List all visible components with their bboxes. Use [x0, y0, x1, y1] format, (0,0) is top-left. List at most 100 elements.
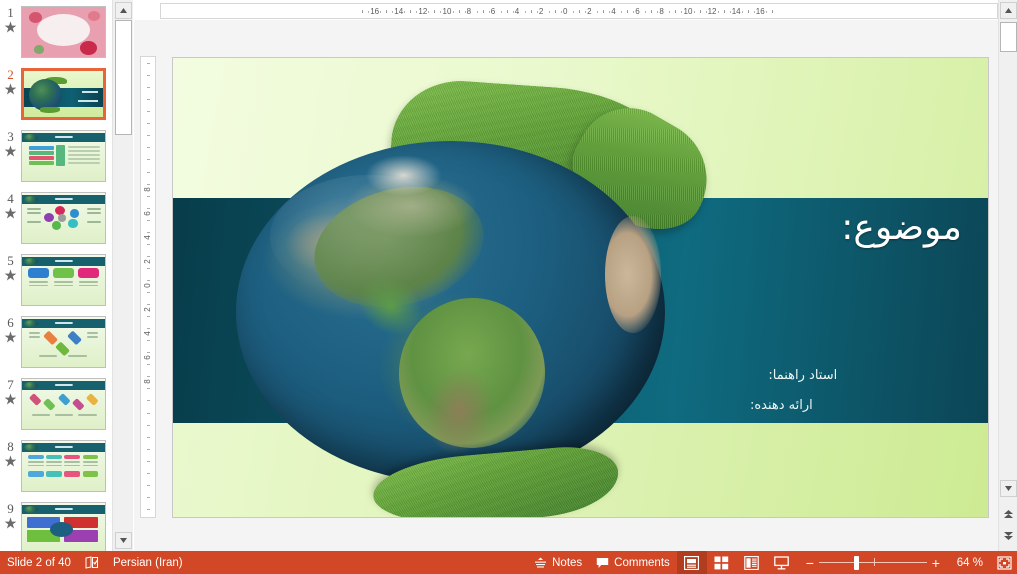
slide-scrollbar-thumb[interactable]: [1000, 22, 1017, 52]
thumbnail-shape: [29, 393, 42, 406]
current-slide[interactable]: موضوع: استاد راهنما: ارائه دهنده:: [173, 58, 988, 517]
vruler-minor-tick: [147, 207, 150, 209]
fit-slide-to-window-button[interactable]: [991, 551, 1017, 574]
thumbnail-preview[interactable]: [21, 130, 106, 182]
thumbnail-number: 5: [7, 253, 14, 268]
thumbnail-number: 1: [7, 5, 14, 20]
vruler-minor-tick: [147, 99, 150, 101]
zoom-100-percent-tick: [873, 558, 875, 566]
thumbnail-scrollbar-thumb[interactable]: [115, 20, 132, 135]
ruler-minor-tick: [452, 11, 454, 13]
slide-thumbnail-1[interactable]: 1: [0, 4, 112, 66]
slide-show-view-button[interactable]: [767, 551, 797, 574]
reading-view-button[interactable]: [737, 551, 767, 574]
spelling-check-icon[interactable]: [78, 551, 106, 574]
ruler-tick-label: 8: [466, 7, 472, 16]
zoom-out-button[interactable]: −: [801, 556, 819, 570]
zoom-control[interactable]: − +: [797, 551, 949, 574]
ruler-tick-label: 2: [587, 7, 592, 16]
vruler-minor-tick: [147, 135, 150, 137]
slide-sorter-view-button[interactable]: [707, 551, 737, 574]
thumbnail-shape: [86, 212, 101, 214]
ruler-minor-tick: [536, 11, 538, 13]
next-slide-button[interactable]: [1000, 527, 1017, 544]
thumbnail-preview[interactable]: [21, 502, 106, 551]
thumb-art-pink: [22, 7, 105, 57]
thumbnail-scroll-down-icon[interactable]: [115, 532, 132, 549]
thumbnail-preview[interactable]: [21, 68, 106, 120]
thumbnail-preview[interactable]: [21, 254, 106, 306]
ruler-minor-tick: [651, 10, 653, 13]
slide-thumbnail-pane[interactable]: 1 2 3 4 5 6 7 8 9: [0, 0, 112, 551]
slide-pane-scrollbar[interactable]: [998, 0, 1017, 551]
vruler-minor-tick: [147, 87, 150, 89]
vruler-minor-tick: [147, 171, 150, 173]
zoom-percent-label[interactable]: 64 %: [949, 557, 991, 569]
slide-thumbnail-9[interactable]: 9: [0, 500, 112, 551]
zoom-slider[interactable]: [818, 551, 927, 574]
ruler-minor-tick: [404, 11, 406, 13]
vruler-minor-tick: [147, 255, 150, 257]
slide-thumbnail-2[interactable]: 2: [0, 66, 112, 128]
thumbnail-preview[interactable]: [21, 378, 106, 430]
notes-button[interactable]: Notes: [527, 551, 589, 574]
thumbnail-shape: [46, 471, 62, 477]
thumb-art-standard: [22, 441, 105, 491]
thumbnail-preview[interactable]: [21, 192, 106, 244]
vruler-minor-tick: [147, 436, 150, 438]
thumbnail-meta: 8: [0, 438, 21, 500]
thumbnail-meta: 9: [0, 500, 21, 551]
thumbnail-preview[interactable]: [21, 6, 106, 58]
zoom-in-button[interactable]: +: [927, 556, 945, 570]
thumbnail-shape: [27, 461, 44, 463]
vruler-minor-tick: [147, 159, 150, 161]
vruler-minor-tick: [147, 111, 150, 113]
vertical-ruler: 8 6 4 2 0 2 4 6 8: [140, 56, 156, 518]
vruler-minor-tick: [147, 364, 150, 366]
ruler-minor-tick: [434, 10, 436, 13]
slide-thumbnail-3[interactable]: 3: [0, 128, 112, 190]
globe-image[interactable]: [227, 76, 729, 517]
thumbnail-shape: [51, 221, 61, 230]
vruler-tick-label: 8: [143, 186, 152, 192]
slide-scroll-down-icon[interactable]: [1000, 480, 1017, 497]
vruler-minor-tick: [147, 231, 150, 233]
slide-thumbnail-5[interactable]: 5: [0, 252, 112, 314]
thumbnail-shape: [57, 393, 71, 406]
ruler-minor-tick: [554, 10, 556, 13]
ruler-minor-tick: [440, 11, 442, 13]
slide-thumbnail-4[interactable]: 4: [0, 190, 112, 252]
slide-thumbnail-8[interactable]: 8: [0, 438, 112, 500]
thumbnail-shape: [29, 284, 48, 286]
zoom-slider-thumb[interactable]: [854, 556, 860, 570]
thumbnail-shape: [77, 268, 100, 278]
slide-title-text[interactable]: موضوع:: [841, 207, 962, 249]
ruler-minor-tick: [410, 10, 412, 13]
thumbnail-pane-scrollbar[interactable]: [112, 0, 133, 551]
comments-button[interactable]: Comments: [589, 551, 677, 574]
thumbnail-shape: [79, 281, 98, 283]
thumbnail-shape: [70, 209, 80, 218]
ruler-minor-tick: [488, 11, 490, 13]
ruler-minor-tick: [386, 10, 388, 13]
slide-thumbnail-7[interactable]: 7: [0, 376, 112, 438]
ruler-minor-tick: [693, 11, 695, 13]
slide-supervisor-text[interactable]: استاد راهنما:: [768, 368, 837, 383]
previous-slide-button[interactable]: [1000, 505, 1017, 522]
thumbnail-preview[interactable]: [21, 440, 106, 492]
ruler-minor-tick: [675, 10, 677, 13]
slide-scroll-up-icon[interactable]: [1000, 2, 1017, 19]
slide-presenter-text[interactable]: ارائه دهنده:: [750, 398, 813, 413]
thumbnail-preview[interactable]: [21, 316, 106, 368]
slide-thumbnail-6[interactable]: 6: [0, 314, 112, 376]
language-label[interactable]: Persian (Iran): [106, 551, 190, 574]
thumbnail-number: 7: [7, 377, 14, 392]
normal-view-button[interactable]: [676, 551, 707, 574]
slide-count-label[interactable]: Slide 2 of 40: [0, 551, 78, 574]
thumbnail-shape: [68, 146, 100, 148]
zoom-slider-track: [818, 562, 927, 563]
vruler-minor-tick: [147, 376, 150, 378]
ruler-minor-tick: [500, 11, 502, 13]
vruler-minor-tick: [147, 508, 150, 510]
thumbnail-scroll-up-icon[interactable]: [115, 2, 132, 19]
